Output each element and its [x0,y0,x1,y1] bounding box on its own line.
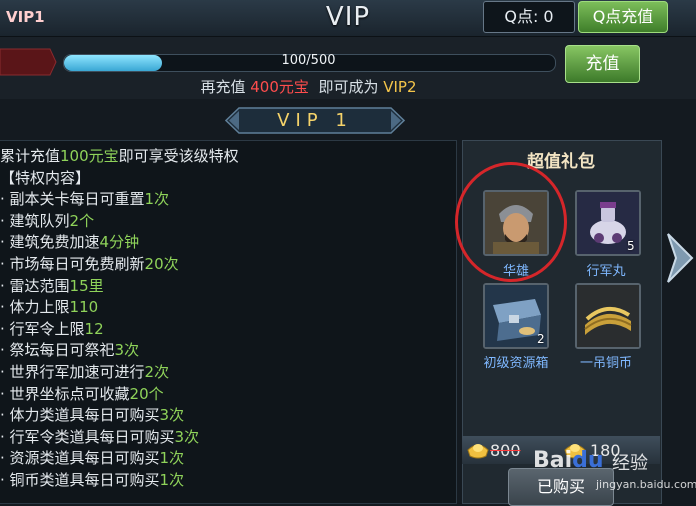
privilege-line: 【特权内容】 [0,167,90,188]
privilege-line: · 市场每日可免费刷新20次 [0,253,179,274]
privilege-value: 3次 [174,427,200,446]
privilege-text: · 行军令类道具每日可购买 [0,427,175,446]
privilege-value: 4分钟 [99,233,140,252]
privilege-value: 1次 [144,190,170,209]
privilege-text: · 祭坛每日可祭祀 [0,341,115,360]
privilege-value: 3次 [114,341,140,360]
privilege-text: · 建筑免费加速 [0,233,100,252]
gift-item-count: 2 [537,332,545,346]
privilege-value: 20个 [129,384,164,403]
privilege-text: · 建筑队列 [0,211,70,230]
privilege-text: · 市场每日可免费刷新 [0,255,145,273]
privilege-line: · 祭坛每日可祭祀3次 [0,339,139,360]
privilege-text: · 体力上限 [0,298,70,317]
privilege-text: · 体力类道具每日可购买 [0,406,160,425]
privilege-suffix: 即可享受该级特权 [118,147,239,165]
gift-item-label: 初级资源箱 [483,356,549,371]
gift-original-price: 800 [490,441,521,460]
privilege-text: · 雷达范围 [0,276,70,295]
recharge-hint-middle: 即可成为 [308,78,384,96]
privilege-text: 累计充值 [0,147,61,165]
privilege-value: 3次 [159,406,185,425]
gift-item-copper-coins[interactable] [575,283,641,349]
gift-item-label: 行军丸 [586,264,626,279]
privilege-line: · 行军令类道具每日可购买3次 [0,426,199,447]
vip-badge-shape-icon [0,48,57,76]
privilege-line: · 副本关卡每日可重置1次 [0,188,169,209]
watermark-logo: Baidu [533,448,604,473]
privilege-line: · 世界坐标点可收藏20个 [0,383,164,404]
copper-coins-icon [577,285,639,347]
privilege-value: 12 [84,319,104,338]
privilege-line: · 建筑队列2个 [0,210,94,231]
privilege-line: · 雷达范围15里 [0,275,104,296]
recharge-button[interactable]: 充值 [565,45,640,83]
vip-level-title: VIP 1 [277,110,353,131]
privilege-text: · 世界行军加速可进行 [0,363,145,381]
privilege-value: 100元宝 [60,147,119,165]
privilege-line: 累计充值100元宝即可享受该级特权 [0,145,239,166]
privilege-line: · 体力上限110 [0,296,98,317]
gift-item-count: 5 [627,239,635,253]
highlight-circle [455,162,567,282]
vip-progress-text: 100/500 [281,53,336,68]
watermark-url: jingyan.baidu.com [596,478,696,491]
privilege-value: 20次 [144,255,179,273]
recharge-hint-amount: 400元宝 [250,78,309,96]
privilege-value: 2个 [69,211,95,230]
watermark-logo-accent: du [572,448,604,473]
privilege-text: 【特权内容】 [0,168,91,187]
privilege-text: · 铜币类道具每日可购买 [0,471,160,489]
privilege-text: · 副本关卡每日可重置 [0,190,145,209]
vip-badge [0,45,58,79]
vip-badge-label: VIP1 [6,8,45,26]
privilege-value: 1次 [159,471,185,489]
privilege-value: 110 [69,298,99,317]
gold-ingot-icon [467,444,489,459]
privileges-panel: 累计充值100元宝即可享受该级特权 【特权内容】 · 副本关卡每日可重置1次 · 建筑… [0,140,457,504]
next-page-arrow-icon[interactable] [664,230,696,286]
privilege-value: 1次 [159,449,185,468]
privilege-line: · 建筑免费加速4分钟 [0,231,139,252]
gift-item-label: 一吊铜币 [579,356,632,371]
q-recharge-button[interactable]: Q点充值 [578,1,668,33]
privilege-value: 15里 [69,276,104,295]
recharge-hint: 再充值 400元宝 即可成为 VIP2 [63,76,554,97]
privilege-line: · 行军令上限12 [0,318,104,339]
watermark-logo-text: Bai [533,448,573,473]
q-points-display: Q点: 0 [483,1,575,33]
privilege-line: · 世界行军加速可进行2次 [0,361,169,382]
recharge-hint-target: VIP2 [383,78,417,96]
privilege-line: · 铜币类道具每日可购买1次 [0,469,184,490]
privilege-text: · 资源类道具每日可购买 [0,449,160,468]
privilege-text: · 世界坐标点可收藏 [0,384,130,403]
privilege-text: · 行军令上限 [0,319,85,338]
watermark-suffix: 经验 [612,453,648,474]
privilege-value: 2次 [144,363,170,381]
recharge-hint-prefix: 再充值 [200,78,251,96]
privilege-line: · 资源类道具每日可购买1次 [0,447,184,468]
privilege-line: · 体力类道具每日可购买3次 [0,404,184,425]
